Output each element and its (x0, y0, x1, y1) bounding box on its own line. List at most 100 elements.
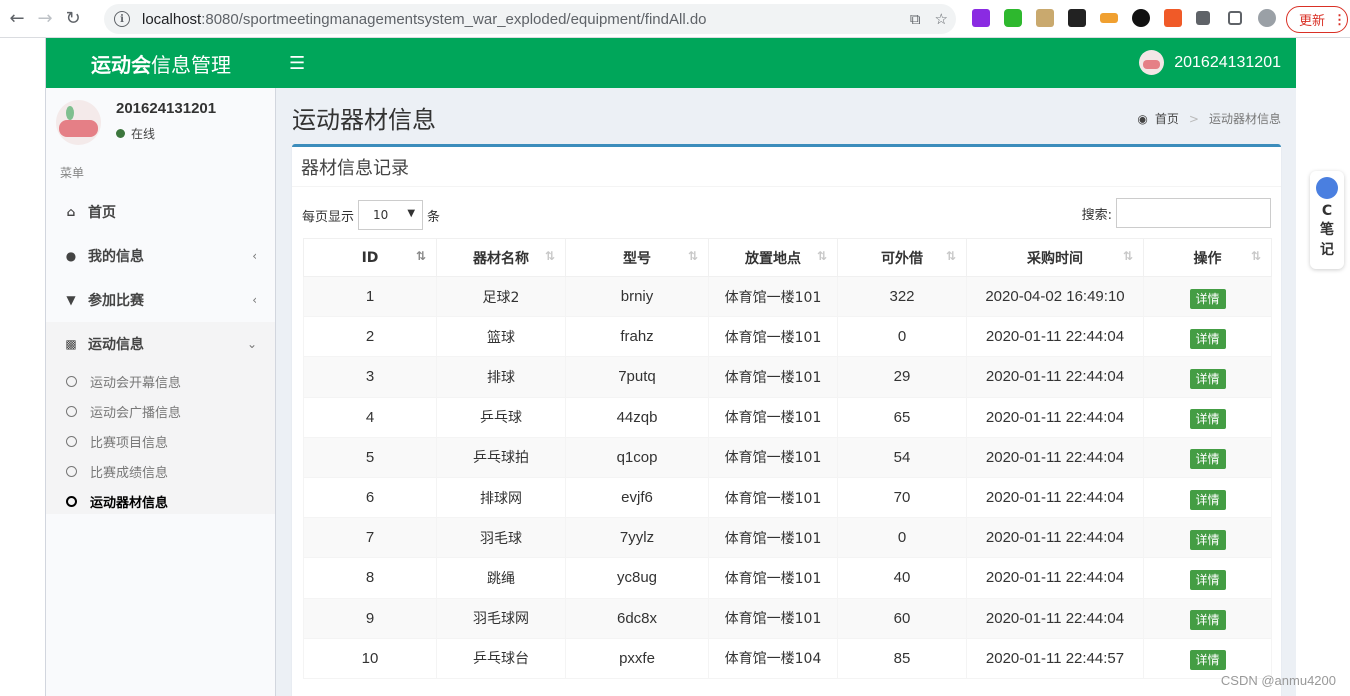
reload-icon[interactable]: ↻ (62, 8, 84, 30)
sidebar-item-home[interactable]: ⌂ 首页 (46, 190, 275, 234)
cell-purchase-time: 2020-01-11 22:44:04 (966, 597, 1144, 639)
submenu-item-results[interactable]: 比赛成绩信息 (46, 456, 275, 486)
cell-model: frahz (565, 316, 709, 358)
cell-name: 乒乓球 (436, 396, 566, 438)
page-length-select[interactable]: 10 ▼ (358, 200, 424, 230)
detail-button[interactable]: 详情 (1189, 449, 1226, 470)
extension-image-icon[interactable] (1036, 9, 1054, 27)
column-header-lendable[interactable]: 可外借 ⇅ (837, 238, 967, 277)
cell-lendable: 29 (837, 356, 967, 398)
cell-model: 7putq (565, 356, 709, 398)
extension-chat-icon[interactable] (1004, 9, 1022, 27)
box-title: 器材信息记录 (292, 147, 1281, 187)
column-header-location[interactable]: 放置地点 ⇅ (708, 238, 838, 277)
cell-purchase-time: 2020-01-11 22:44:04 (966, 476, 1144, 519)
cell-id: 5 (303, 436, 437, 478)
floating-notes-widget[interactable]: C 笔 记 (1310, 171, 1344, 269)
submenu-item-opening[interactable]: 运动会开幕信息 (46, 366, 275, 396)
table-row: 2 篮球 frahz 体育馆一楼101 0 2020-01-11 22:44:04 详情 (303, 316, 1272, 358)
page-length-prefix: 每页显示 (302, 209, 355, 225)
home-icon: ⌂ (66, 205, 76, 219)
bar-chart-icon: ▩ (65, 337, 77, 351)
sidebar-item-sport-info[interactable]: ▩ 运动信息 ⌄ (46, 322, 275, 366)
sidebar-toggle-icon[interactable]: ☰ (289, 53, 305, 74)
cell-lendable: 322 (837, 275, 967, 318)
circle-icon (66, 405, 77, 417)
search-control: 搜索: (1082, 198, 1271, 228)
column-header-action[interactable]: 操作 ⇅ (1143, 238, 1272, 277)
sidebar-item-my-info[interactable]: ● 我的信息 ‹ (46, 234, 275, 278)
detail-button[interactable]: 详情 (1189, 288, 1226, 309)
forward-icon[interactable]: → (34, 8, 56, 30)
cell-location: 体育馆一楼101 (708, 396, 838, 438)
cell-name: 排球 (436, 356, 566, 398)
sidebar: 201624131201 在线 菜单 ⌂ 首页 ● 我的信息 ‹ ▼ 参加比赛 … (46, 88, 276, 696)
cell-purchase-time: 2020-01-11 22:44:04 (966, 557, 1144, 599)
detail-button[interactable]: 详情 (1189, 489, 1226, 510)
extensions-puzzle-icon[interactable] (1196, 11, 1210, 25)
circle-icon (66, 495, 77, 507)
extension-orange-icon[interactable] (1100, 13, 1118, 23)
menu-header: 菜单 (60, 166, 85, 180)
column-header-id[interactable]: ID ⇅ (303, 238, 437, 277)
cell-model: brniy (565, 275, 709, 318)
detail-button[interactable]: 详情 (1189, 529, 1226, 550)
page-length-suffix: 条 (427, 209, 441, 225)
table-row: 8 跳绳 yc8ug 体育馆一楼101 40 2020-01-11 22:44:04 详情 (303, 557, 1272, 599)
online-dot-icon (116, 129, 125, 138)
bookmark-star-icon[interactable]: ☆ (935, 10, 948, 28)
trophy-icon: ▼ (66, 293, 76, 307)
cell-id: 4 (303, 396, 437, 438)
extension-infinity-icon[interactable] (1132, 9, 1150, 27)
search-label: 搜索: (1081, 207, 1112, 223)
submenu-item-events[interactable]: 比赛项目信息 (46, 426, 275, 456)
sort-icon: ⇅ (1122, 249, 1133, 263)
profile-avatar-icon[interactable] (1258, 9, 1276, 27)
detail-button[interactable]: 详情 (1189, 650, 1226, 671)
cell-id: 7 (303, 517, 437, 559)
cell-purchase-time: 2020-01-11 22:44:04 (966, 436, 1144, 478)
detail-button[interactable]: 详情 (1189, 368, 1226, 389)
cell-action: 详情 (1143, 356, 1272, 398)
submenu-item-equipment[interactable]: 运动器材信息 (46, 486, 275, 516)
top-user-menu[interactable]: 201624131201 (1139, 50, 1281, 75)
cell-location: 体育馆一楼101 (708, 517, 838, 559)
column-header-purchase-time[interactable]: 采购时间 ⇅ (966, 238, 1144, 277)
cell-name: 跳绳 (436, 557, 566, 599)
page-title: 运动器材信息 (292, 107, 436, 134)
column-header-model[interactable]: 型号 ⇅ (565, 238, 709, 277)
url-text[interactable]: localhost:8080/sportmeetingmanagementsys… (142, 11, 707, 28)
detail-button[interactable]: 详情 (1189, 610, 1226, 631)
breadcrumb-home[interactable]: 首页 (1155, 110, 1179, 127)
cell-lendable: 54 (837, 436, 967, 478)
detail-button[interactable]: 详情 (1189, 569, 1226, 590)
cell-id: 6 (303, 476, 437, 519)
submenu-item-broadcast[interactable]: 运动会广播信息 (46, 396, 275, 426)
address-bar[interactable]: i localhost:8080/sportmeetingmanagements… (104, 4, 956, 34)
cell-model: yc8ug (565, 557, 709, 599)
detail-button[interactable]: 详情 (1189, 328, 1226, 349)
app-logo[interactable]: 运动会 信息管理 (46, 38, 276, 88)
cell-lendable: 70 (837, 476, 967, 519)
sidebar-item-join-match[interactable]: ▼ 参加比赛 ‹ (46, 278, 275, 322)
side-panel-icon[interactable] (1228, 11, 1242, 25)
cell-purchase-time: 2020-01-11 22:44:04 (966, 396, 1144, 438)
share-icon[interactable]: ⧉ (910, 10, 921, 28)
back-icon[interactable]: ← (6, 8, 28, 30)
more-menu-icon[interactable]: ⋮ (1333, 12, 1346, 28)
update-button[interactable]: 更新 ⋮ (1286, 6, 1348, 33)
extension-rp-icon[interactable] (972, 9, 990, 27)
sidebar-user-name: 201624131201 (116, 100, 217, 117)
extension-c-icon[interactable] (1164, 9, 1182, 27)
search-input[interactable] (1116, 198, 1271, 228)
notes-label-1: 笔 (1320, 222, 1334, 238)
extension-puzzle-dark-icon[interactable] (1068, 9, 1086, 27)
detail-button[interactable]: 详情 (1189, 409, 1226, 430)
cell-location: 体育馆一楼101 (708, 275, 838, 318)
cell-model: 7yylz (565, 517, 709, 559)
site-info-icon[interactable]: i (114, 11, 130, 27)
cell-location: 体育馆一楼101 (708, 557, 838, 599)
column-header-name[interactable]: 器材名称 ⇅ (436, 238, 566, 277)
cell-location: 体育馆一楼101 (708, 597, 838, 639)
cell-action: 详情 (1143, 396, 1272, 438)
